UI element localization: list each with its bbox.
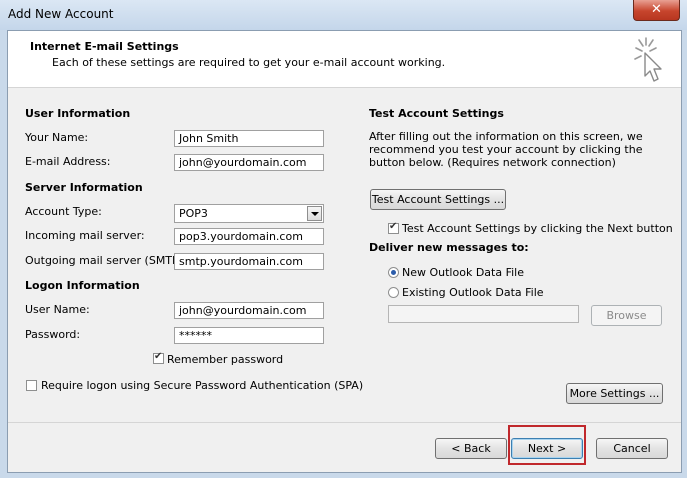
header-subtitle: Each of these settings are required to g… xyxy=(52,56,446,69)
spa-label: Require logon using Secure Password Auth… xyxy=(41,379,364,392)
existing-data-file-label: Existing Outlook Data File xyxy=(402,286,544,299)
test-account-heading: Test Account Settings xyxy=(369,107,504,120)
cursor-click-icon xyxy=(634,37,662,82)
your-name-input[interactable]: John Smith xyxy=(174,130,324,147)
close-icon: ✕ xyxy=(651,2,662,17)
spa-checkbox[interactable] xyxy=(26,380,37,391)
browse-button[interactable]: Browse xyxy=(591,305,662,326)
your-name-label: Your Name: xyxy=(25,131,89,144)
account-type-dropdown[interactable]: POP3 xyxy=(174,204,324,223)
data-file-path-input[interactable] xyxy=(388,305,579,323)
footer-separator xyxy=(8,422,681,423)
logon-information-heading: Logon Information xyxy=(25,279,140,292)
existing-data-file-radio[interactable] xyxy=(388,287,399,298)
cancel-button[interactable]: Cancel xyxy=(596,438,668,459)
email-address-label: E-mail Address: xyxy=(25,155,111,168)
user-name-input[interactable]: john@yourdomain.com xyxy=(174,302,324,319)
new-data-file-radio[interactable] xyxy=(388,267,399,278)
incoming-server-input[interactable]: pop3.yourdomain.com xyxy=(174,228,324,245)
test-account-settings-button[interactable]: Test Account Settings ... xyxy=(370,189,506,210)
user-information-heading: User Information xyxy=(25,107,131,120)
email-address-input[interactable]: john@yourdomain.com xyxy=(174,154,324,171)
close-button[interactable]: ✕ xyxy=(633,0,680,21)
test-on-next-label: Test Account Settings by clicking the Ne… xyxy=(402,222,673,235)
deliver-messages-heading: Deliver new messages to: xyxy=(369,241,529,254)
test-account-description: After filling out the information on thi… xyxy=(369,130,643,169)
chevron-down-icon[interactable] xyxy=(307,206,322,221)
remember-password-label: Remember password xyxy=(167,353,284,366)
new-data-file-label: New Outlook Data File xyxy=(402,266,524,279)
window-title: Add New Account xyxy=(8,7,114,21)
header-title: Internet E-mail Settings xyxy=(30,40,179,53)
password-label: Password: xyxy=(25,328,81,341)
header-panel: Internet E-mail Settings Each of these s… xyxy=(8,31,681,88)
user-name-label: User Name: xyxy=(25,303,90,316)
more-settings-button[interactable]: More Settings ... xyxy=(566,383,663,404)
server-information-heading: Server Information xyxy=(25,181,143,194)
back-button[interactable]: < Back xyxy=(435,438,507,459)
password-input[interactable]: ****** xyxy=(174,327,324,344)
dialog-client-area: Internet E-mail Settings Each of these s… xyxy=(7,30,682,473)
title-bar[interactable]: Add New Account ✕ xyxy=(0,0,687,30)
next-button-highlight xyxy=(508,425,586,465)
outgoing-server-input[interactable]: smtp.yourdomain.com xyxy=(174,253,324,270)
account-type-label: Account Type: xyxy=(25,205,102,218)
incoming-server-label: Incoming mail server: xyxy=(25,229,145,242)
remember-password-checkbox[interactable] xyxy=(153,351,164,364)
account-type-value: POP3 xyxy=(179,207,208,220)
outgoing-server-label: Outgoing mail server (SMTP): xyxy=(25,254,187,267)
test-on-next-checkbox[interactable] xyxy=(388,221,399,234)
